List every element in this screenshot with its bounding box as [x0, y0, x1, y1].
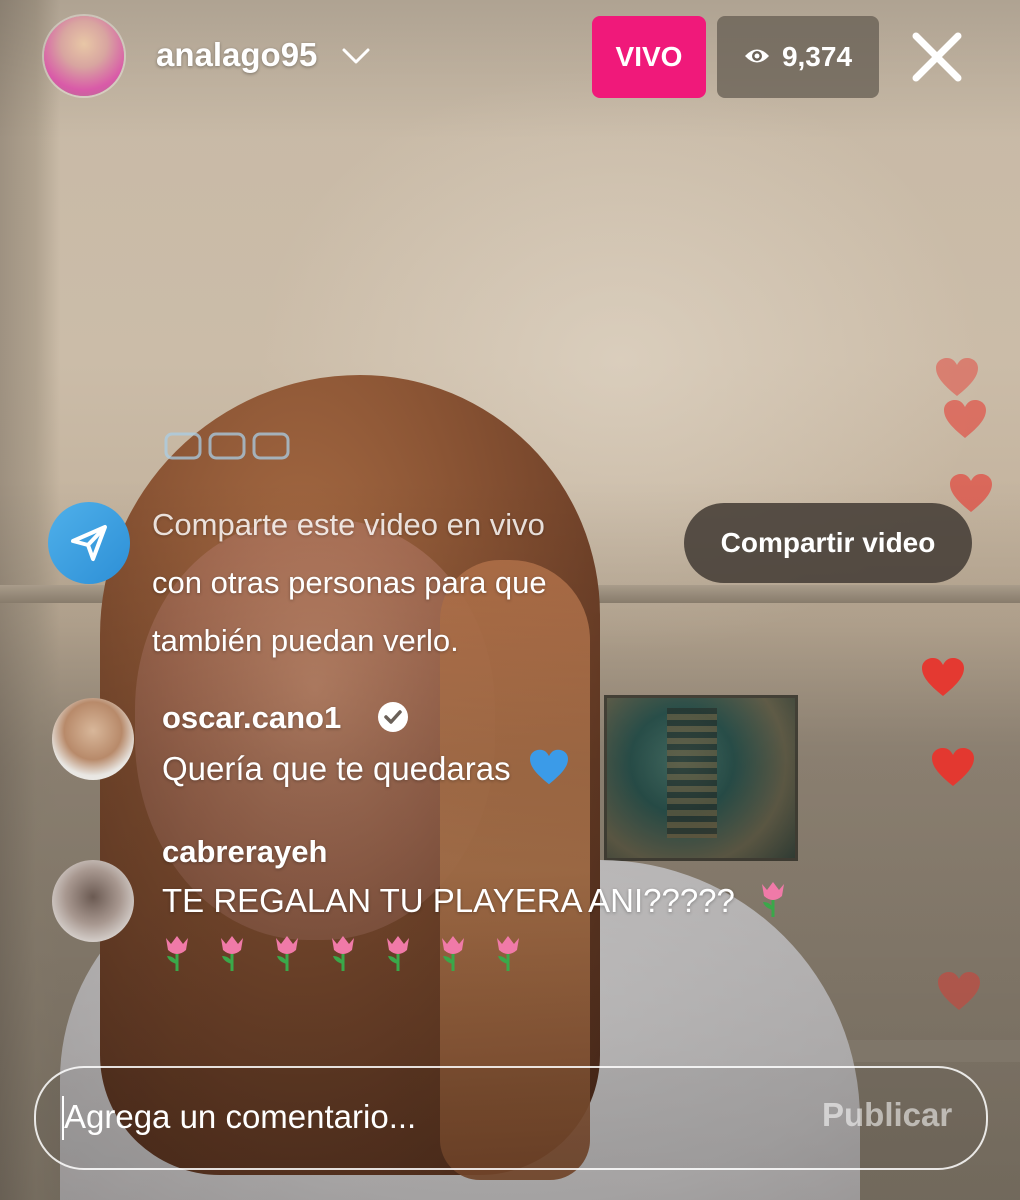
tulip-row: [162, 930, 862, 980]
share-prompt-line: Comparte este video en vivo: [152, 507, 545, 542]
share-video-button[interactable]: Compartir video: [684, 503, 972, 583]
tulip-icon: [758, 878, 788, 918]
comment-username[interactable]: cabrerayeh: [162, 834, 327, 870]
verified-badge-icon: [376, 700, 410, 734]
heart-icon: [930, 746, 976, 788]
comment-text: TE REGALAN TU PLAYERA ANI?????: [162, 876, 862, 980]
comment-input[interactable]: [64, 1090, 764, 1144]
faded-reaction-emojis: [164, 428, 294, 469]
chevron-down-icon[interactable]: [340, 40, 372, 72]
share-prompt-line: también puedan verlo.: [152, 623, 459, 658]
heart-icon: [936, 970, 982, 1012]
tulip-icon: [493, 932, 523, 972]
comment-text-body: Quería que te quedaras: [162, 750, 511, 787]
close-icon: [910, 30, 964, 89]
tulip-icon: [162, 932, 192, 972]
comment-username[interactable]: oscar.cano1: [162, 700, 341, 736]
share-prompt-text: Comparte este video en vivo con otras pe…: [152, 496, 652, 670]
broadcaster-avatar[interactable]: [44, 16, 124, 96]
commenter-avatar[interactable]: [52, 698, 134, 780]
share-prompt-line: con otras personas para que: [152, 565, 547, 600]
comment-text-body: TE REGALAN TU PLAYERA ANI?????: [162, 882, 735, 919]
broadcaster-username[interactable]: analago95: [156, 36, 317, 74]
tulip-icon: [438, 932, 468, 972]
blue-heart-icon: [528, 748, 570, 800]
comment-text: Quería que te quedaras: [162, 744, 570, 800]
heart-icon: [920, 656, 966, 698]
tulip-icon: [217, 932, 247, 972]
publish-button[interactable]: Publicar: [822, 1096, 952, 1134]
live-badge: VIVO: [592, 16, 706, 98]
viewer-count: 9,374: [781, 41, 853, 72]
viewer-count-badge[interactable]: 9,374: [717, 16, 879, 98]
tulip-icon: [383, 932, 413, 972]
eye-icon: [744, 41, 770, 73]
close-button[interactable]: [906, 28, 968, 90]
heart-icon: [942, 398, 988, 440]
share-icon: [48, 502, 130, 584]
heart-icon: [934, 356, 980, 398]
tulip-icon: [328, 932, 358, 972]
tulip-icon: [272, 932, 302, 972]
commenter-avatar[interactable]: [52, 860, 134, 942]
heart-icon: [948, 472, 994, 514]
live-video-stage: analago95 VIVO 9,374 Comparte este video…: [0, 0, 1020, 1200]
